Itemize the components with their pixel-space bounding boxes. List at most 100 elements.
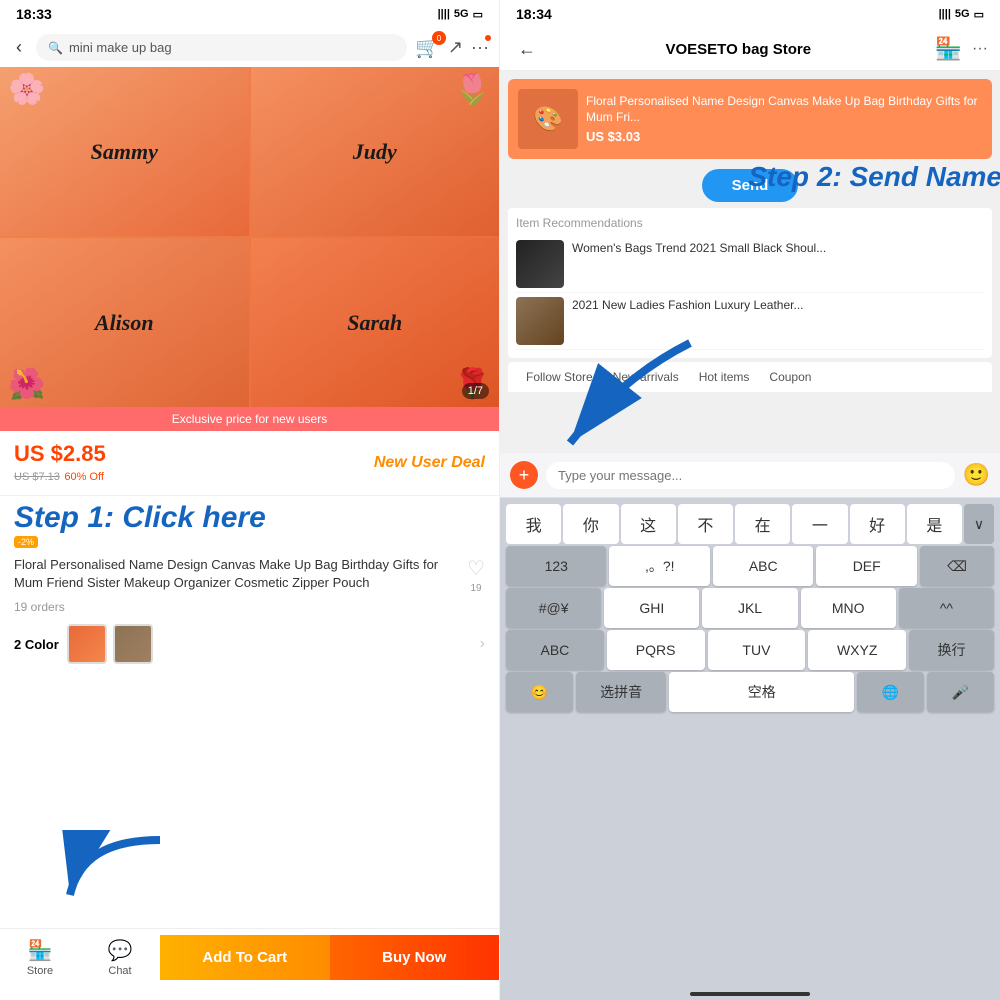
cart-button[interactable]: 🛒 0 xyxy=(415,35,440,60)
right-time: 18:34 xyxy=(516,6,552,22)
store-nav-label: Store xyxy=(27,965,53,977)
key-tuv[interactable]: TUV xyxy=(708,630,806,670)
right-status-icons: |||| 5G ▭ xyxy=(939,8,984,21)
new-user-deal: New User Deal xyxy=(374,453,485,472)
right-back-button[interactable]: ← xyxy=(512,37,542,62)
image-counter: 1/7 xyxy=(462,383,489,399)
step1-label: Step 1: Click here xyxy=(14,500,485,536)
bag-name-2: Judy xyxy=(353,139,397,165)
left-status-bar: 18:33 |||| 5G ▭ xyxy=(0,0,499,28)
battery-icon: ▭ xyxy=(473,8,483,21)
bag-name-4: Sarah xyxy=(347,310,402,336)
cashback-badge: -2% xyxy=(14,536,38,548)
store-nav-item[interactable]: 🏪 Store xyxy=(0,938,80,977)
right-more-button[interactable]: ··· xyxy=(972,40,988,58)
keyboard-row-1: 123 ,。?! ABC DEF ⌫ xyxy=(504,546,996,586)
bag-item-1: 🌸 Sammy xyxy=(0,67,249,236)
search-text: mini make up bag xyxy=(69,40,172,55)
bag-name-3: Alison xyxy=(95,310,154,336)
network-label: 5G xyxy=(454,8,469,20)
home-indicator-area xyxy=(500,986,1000,1000)
main-price: US $2.85 xyxy=(14,441,106,467)
color-swatch-2[interactable] xyxy=(113,624,153,664)
key-pqrs[interactable]: PQRS xyxy=(607,630,705,670)
more-button[interactable]: ··· xyxy=(471,37,489,58)
color-swatch-1[interactable] xyxy=(67,624,107,664)
product-title: Floral Personalised Name Design Canvas M… xyxy=(14,556,467,592)
pinyin-key[interactable]: 选拼音 xyxy=(576,672,666,712)
key-abc-row3[interactable]: ABC xyxy=(506,630,604,670)
quick-word-4[interactable]: 在 xyxy=(735,504,790,544)
recommendation-item-1[interactable]: Women's Bags Trend 2021 Small Black Shou… xyxy=(516,236,984,293)
orders-text: 19 orders xyxy=(14,600,65,614)
quick-word-3[interactable]: 不 xyxy=(678,504,733,544)
key-mno[interactable]: MNO xyxy=(801,588,896,628)
right-status-bar: 18:34 |||| 5G ▭ xyxy=(500,0,1000,28)
space-key[interactable]: 空格 xyxy=(669,672,854,712)
globe-key[interactable]: 🌐 xyxy=(857,672,924,712)
share-button[interactable]: ↗ xyxy=(448,37,463,58)
left-status-icons: |||| 5G ▭ xyxy=(438,8,483,21)
right-panel: 18:34 |||| 5G ▭ ← VOESETO bag Store 🏪 ··… xyxy=(500,0,1000,1000)
collapse-button[interactable]: ∨ xyxy=(964,504,994,544)
back-button[interactable]: ‹ xyxy=(10,35,28,60)
quick-word-7[interactable]: 是 xyxy=(907,504,962,544)
emoji-key[interactable]: 😊 xyxy=(506,672,573,712)
left-panel: 18:33 |||| 5G ▭ ‹ 🔍 mini make up bag 🛒 0… xyxy=(0,0,500,1000)
key-jkl[interactable]: JKL xyxy=(702,588,797,628)
left-top-bar: ‹ 🔍 mini make up bag 🛒 0 ↗ ··· xyxy=(0,28,499,67)
step1-arrow xyxy=(60,830,180,910)
quick-word-2[interactable]: 这 xyxy=(621,504,676,544)
quick-words-row: 我 你 这 不 在 一 好 是 ∨ xyxy=(504,504,996,544)
key-punctuation[interactable]: ,。?! xyxy=(609,546,709,586)
key-wxyz[interactable]: WXYZ xyxy=(808,630,906,670)
quick-word-0[interactable]: 我 xyxy=(506,504,561,544)
keyboard-row-3: ABC PQRS TUV WXYZ 换行 xyxy=(504,630,996,670)
chat-nav-item[interactable]: 💬 Chat xyxy=(80,938,160,977)
chat-nav-label: Chat xyxy=(108,965,131,977)
heart-button[interactable]: ♡ 19 xyxy=(467,556,485,594)
plus-button[interactable]: + xyxy=(510,461,538,489)
price-left: US $2.85 US $7.13 60% Off xyxy=(14,441,106,485)
store-shop-icon[interactable]: 🏪 xyxy=(935,36,962,62)
bag-grid: 🌸 Sammy 🌷 Judy 🌺 Alison 🌹 Sarah xyxy=(0,67,499,407)
product-card[interactable]: 🎨 Floral Personalised Name Design Canvas… xyxy=(508,79,992,159)
cashback-row: -2% xyxy=(14,536,485,548)
discount-badge: 60% Off xyxy=(64,471,104,483)
color-label: 2 Color xyxy=(14,637,59,652)
right-signal-icon: |||| xyxy=(939,8,951,20)
enter-key[interactable]: 换行 xyxy=(909,630,994,670)
tab-coupon[interactable]: Coupon xyxy=(759,362,821,392)
quick-word-6[interactable]: 好 xyxy=(850,504,905,544)
left-time: 18:33 xyxy=(16,6,52,22)
key-ghi[interactable]: GHI xyxy=(604,588,699,628)
bottom-nav: 🏪 Store 💬 Chat Add To Cart Buy Now xyxy=(0,928,499,1000)
delete-key[interactable]: ⌫ xyxy=(920,546,994,586)
cart-badge: 0 xyxy=(432,31,446,45)
add-to-cart-button[interactable]: Add To Cart xyxy=(160,935,330,980)
product-image: 🌸 Sammy 🌷 Judy 🌺 Alison 🌹 Sarah 1/7 xyxy=(0,67,499,407)
key-abc-row1[interactable]: ABC xyxy=(713,546,813,586)
key-symbols[interactable]: #@¥ xyxy=(506,588,601,628)
right-top-bar: ← VOESETO bag Store 🏪 ··· xyxy=(500,28,1000,71)
send-area: Send Step 2: Send Name xyxy=(508,169,992,202)
heart-icon: ♡ xyxy=(467,556,485,581)
emoji-button[interactable]: 🙂 xyxy=(963,462,990,488)
key-123[interactable]: 123 xyxy=(506,546,606,586)
flower-icon-3: 🌺 xyxy=(8,367,45,402)
right-network-label: 5G xyxy=(955,8,970,20)
original-price: US $7.13 xyxy=(14,471,60,483)
key-caret[interactable]: ^^ xyxy=(899,588,994,628)
quick-word-5[interactable]: 一 xyxy=(792,504,847,544)
key-def[interactable]: DEF xyxy=(816,546,916,586)
store-title: VOESETO bag Store xyxy=(552,41,925,58)
signal-bars-icon: |||| xyxy=(438,8,450,20)
quick-word-1[interactable]: 你 xyxy=(563,504,618,544)
buy-now-button[interactable]: Buy Now xyxy=(330,935,500,980)
rec-thumb-1 xyxy=(516,240,564,288)
product-info: Floral Personalised Name Design Canvas M… xyxy=(586,94,982,144)
more-notification-dot xyxy=(485,35,491,41)
search-box[interactable]: 🔍 mini make up bag xyxy=(36,34,407,61)
message-input[interactable] xyxy=(546,462,955,489)
mic-key[interactable]: 🎤 xyxy=(927,672,994,712)
